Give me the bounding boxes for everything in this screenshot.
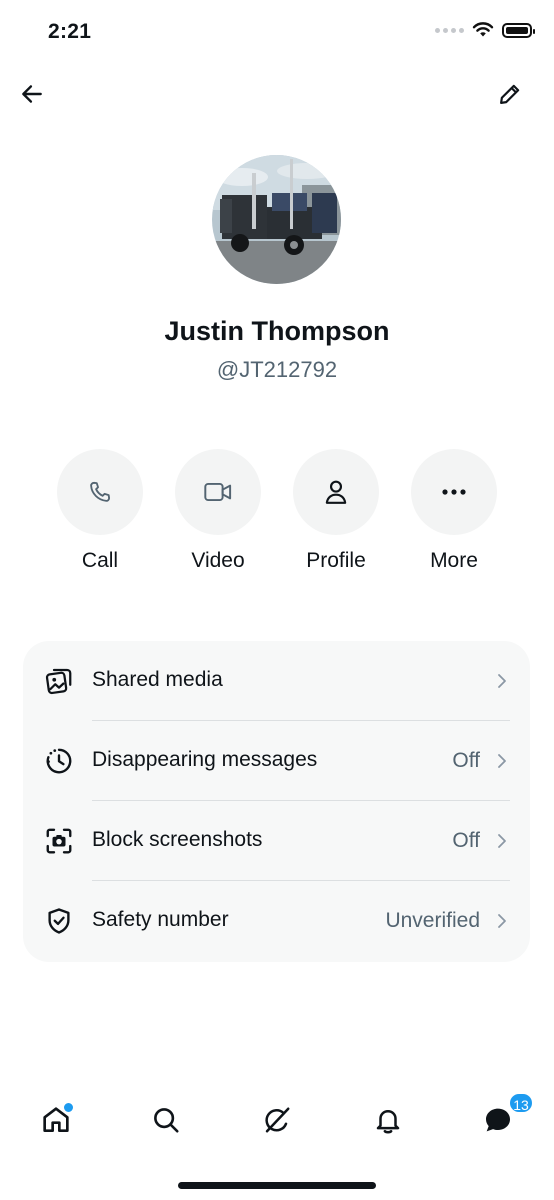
profile-button[interactable]: Profile (281, 449, 391, 573)
home-notification-dot (63, 1102, 74, 1113)
chevron-right-icon (498, 674, 506, 688)
more-dots-icon (442, 489, 466, 495)
chevron-right-icon (498, 754, 506, 768)
block-screenshots-label: Block screenshots (92, 828, 263, 851)
person-icon (325, 480, 347, 504)
tab-home[interactable] (36, 1100, 76, 1140)
messages-badge: 13 (508, 1092, 534, 1114)
disappearing-messages-value: Off (452, 749, 480, 772)
battery-icon (502, 22, 535, 38)
notifications-bell-icon (376, 1110, 400, 1134)
more-label: More (430, 549, 478, 572)
block-screenshots-value: Off (452, 829, 480, 852)
phone-icon (90, 481, 111, 502)
timer-icon (43, 745, 75, 777)
profile-label: Profile (306, 549, 366, 572)
safety-number-label: Safety number (92, 908, 229, 931)
edit-button[interactable] (492, 76, 528, 112)
block-screenshots-row[interactable]: Block screenshots Off (23, 801, 530, 881)
cellular-signal-icon (435, 27, 464, 33)
disappearing-messages-row[interactable]: Disappearing messages Off (23, 721, 530, 801)
more-button[interactable]: More (399, 449, 509, 573)
profile-handle: @JT212792 (216, 357, 338, 382)
tab-notifications[interactable] (368, 1100, 408, 1140)
pencil-icon (500, 84, 520, 104)
profile-name: Justin Thompson (164, 316, 390, 346)
video-label: Video (191, 549, 245, 572)
grok-icon (265, 1107, 290, 1133)
more-button-circle[interactable] (411, 449, 497, 535)
shared-media-row[interactable]: Shared media (23, 641, 530, 721)
tab-messages[interactable]: 13 (478, 1092, 534, 1140)
avatar-image (212, 155, 341, 284)
tab-search[interactable] (146, 1100, 186, 1140)
safety-number-value: Unverified (385, 909, 480, 932)
call-label: Call (81, 549, 119, 572)
call-button[interactable]: Call (45, 449, 155, 573)
status-bar: 2:21 (0, 0, 554, 66)
video-camera-icon (204, 482, 232, 502)
chevron-right-icon (498, 834, 506, 848)
disappearing-messages-label: Disappearing messages (92, 748, 318, 771)
shared-media-label: Shared media (92, 668, 223, 691)
call-button-circle[interactable] (57, 449, 143, 535)
home-indicator (178, 1182, 376, 1189)
safety-number-row[interactable]: Safety number Unverified (23, 881, 530, 961)
avatar[interactable] (212, 155, 341, 284)
shield-check-icon (43, 905, 75, 937)
status-time: 2:21 (48, 20, 92, 43)
bottom-tab-bar: 13 (0, 1090, 554, 1154)
wifi-icon (472, 22, 494, 37)
action-buttons: Call Video Profile More (0, 449, 554, 589)
tab-grok[interactable] (257, 1100, 297, 1140)
chevron-right-icon (498, 914, 506, 928)
back-button[interactable] (14, 76, 50, 112)
video-button-circle[interactable] (175, 449, 261, 535)
video-button[interactable]: Video (163, 449, 273, 573)
arrow-left-icon (22, 85, 42, 103)
conversation-settings-card: Shared media Disappearing messages Off B… (23, 641, 530, 962)
search-icon (154, 1108, 179, 1133)
shared-media-icon (43, 665, 75, 697)
status-icons (435, 22, 535, 38)
profile-button-circle[interactable] (293, 449, 379, 535)
screenshot-camera-icon (43, 825, 75, 857)
